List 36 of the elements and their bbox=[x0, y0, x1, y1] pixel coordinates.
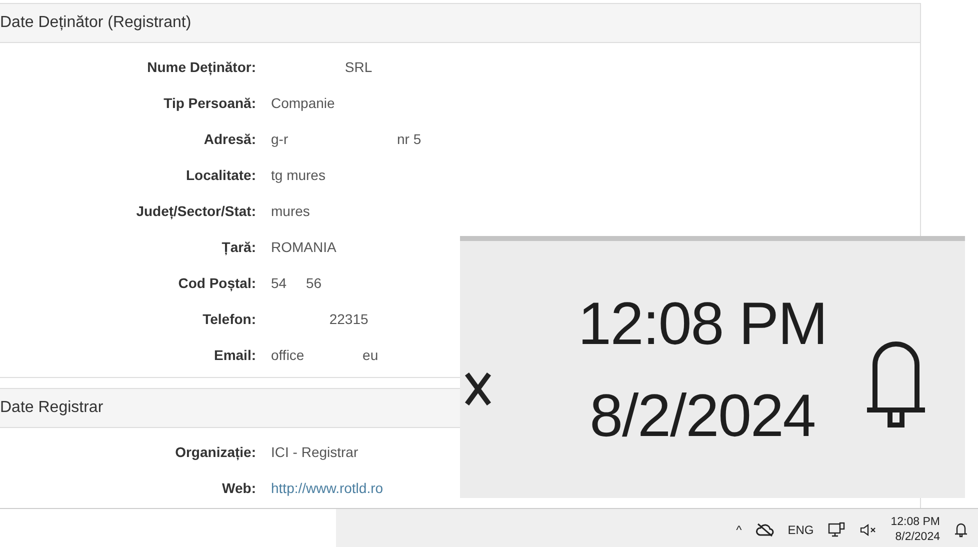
field-label: Țară: bbox=[220, 238, 256, 258]
bell-icon bbox=[864, 340, 927, 430]
field-value: ICI - Registrar bbox=[271, 442, 358, 462]
chevron-up-icon[interactable]: ^ bbox=[736, 520, 742, 538]
field-label: Organizație: bbox=[174, 442, 256, 462]
field-label: Web: bbox=[221, 478, 256, 498]
field-label: Nume Deținător: bbox=[146, 58, 256, 78]
network-icon[interactable] bbox=[828, 522, 846, 538]
web-link[interactable]: http://www.rotld.ro bbox=[271, 478, 384, 498]
field-value: Companie bbox=[271, 94, 335, 113]
zoomed-clock-time: 12:08 PM bbox=[578, 288, 827, 358]
field-value: SRL bbox=[344, 58, 372, 76]
panel-title: Date Deținător (Registrant) bbox=[0, 13, 192, 33]
field-label: Județ/Sector/Stat: bbox=[135, 202, 256, 222]
field-label: Adresă: bbox=[202, 130, 256, 148]
field-label: Localitate: bbox=[184, 166, 256, 184]
zoomed-clock-date: 8/2/2024 bbox=[588, 380, 816, 450]
language-indicator[interactable]: ENG bbox=[788, 520, 814, 538]
field-label: Telefon: bbox=[202, 310, 256, 328]
taskbar-clock[interactable]: 12:08 PM 8/2/2024 bbox=[890, 514, 940, 544]
field-label: Email: bbox=[212, 346, 256, 364]
field-value: ROMANIA bbox=[271, 238, 336, 256]
field-value: g-r nr 5 bbox=[271, 130, 422, 149]
cloud-off-icon[interactable] bbox=[756, 522, 774, 536]
clock-time: 12:08 PM bbox=[890, 514, 940, 530]
notification-bell-icon[interactable] bbox=[954, 522, 968, 538]
field-value: mures bbox=[271, 202, 310, 220]
field-value: office eu bbox=[271, 346, 378, 364]
field-label: Cod Poștal: bbox=[177, 274, 256, 294]
field-value: 54 56 bbox=[271, 274, 322, 292]
clock-date: 8/2/2024 bbox=[894, 530, 940, 544]
field-value: 22315 bbox=[328, 310, 368, 328]
panel-title: Date Registrar bbox=[0, 398, 104, 418]
speaker-muted-icon[interactable] bbox=[860, 524, 877, 536]
field-label: Tip Persoană: bbox=[162, 94, 256, 113]
field-value: tg mures bbox=[271, 166, 326, 185]
